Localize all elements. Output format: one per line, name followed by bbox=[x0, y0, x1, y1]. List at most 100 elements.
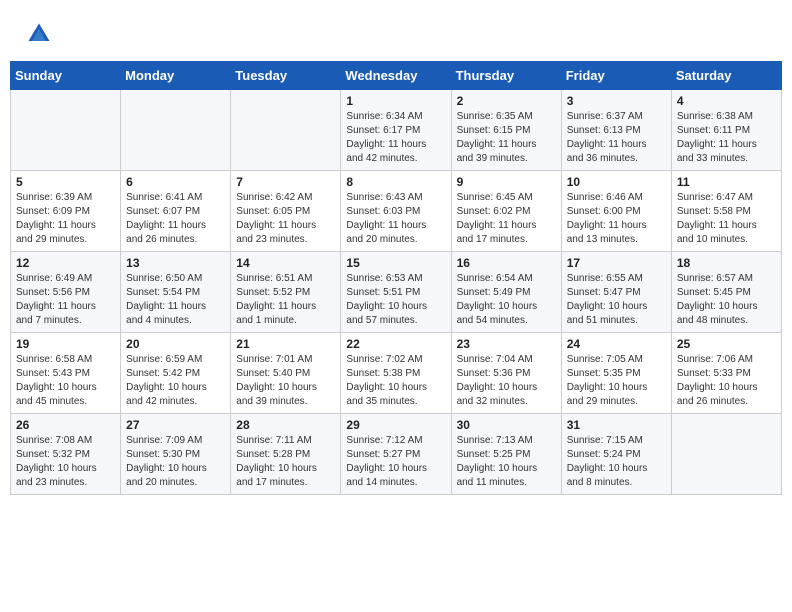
calendar-week-row: 19 Sunrise: 6:58 AM Sunset: 5:43 PM Dayli… bbox=[11, 333, 782, 414]
day-number: 17 bbox=[567, 256, 666, 270]
cell-content: Sunrise: 6:43 AM Sunset: 6:03 PM Dayligh… bbox=[346, 191, 445, 247]
cell-content: Sunrise: 6:47 AM Sunset: 5:58 PM Dayligh… bbox=[677, 191, 776, 247]
day-number: 23 bbox=[457, 337, 556, 351]
cell-content: Sunrise: 7:06 AM Sunset: 5:33 PM Dayligh… bbox=[677, 353, 776, 409]
day-number: 25 bbox=[677, 337, 776, 351]
day-number: 29 bbox=[346, 418, 445, 432]
day-number: 21 bbox=[236, 337, 335, 351]
cell-content: Sunrise: 7:13 AM Sunset: 5:25 PM Dayligh… bbox=[457, 434, 556, 490]
calendar-cell: 14 Sunrise: 6:51 AM Sunset: 5:52 PM Dayli… bbox=[231, 252, 341, 333]
calendar-cell: 31 Sunrise: 7:15 AM Sunset: 5:24 PM Dayli… bbox=[561, 414, 671, 495]
calendar-table: SundayMondayTuesdayWednesdayThursdayFrid… bbox=[10, 61, 782, 495]
day-number: 3 bbox=[567, 94, 666, 108]
calendar-week-row: 26 Sunrise: 7:08 AM Sunset: 5:32 PM Dayli… bbox=[11, 414, 782, 495]
day-number: 6 bbox=[126, 175, 225, 189]
day-number: 22 bbox=[346, 337, 445, 351]
day-number: 5 bbox=[16, 175, 115, 189]
logo bbox=[25, 20, 57, 48]
calendar-cell: 25 Sunrise: 7:06 AM Sunset: 5:33 PM Dayli… bbox=[671, 333, 781, 414]
calendar-week-row: 12 Sunrise: 6:49 AM Sunset: 5:56 PM Dayli… bbox=[11, 252, 782, 333]
weekday-header: Wednesday bbox=[341, 62, 451, 90]
weekday-header: Friday bbox=[561, 62, 671, 90]
cell-content: Sunrise: 6:49 AM Sunset: 5:56 PM Dayligh… bbox=[16, 272, 115, 328]
calendar-cell: 28 Sunrise: 7:11 AM Sunset: 5:28 PM Dayli… bbox=[231, 414, 341, 495]
calendar-cell: 24Sunrise: 7:05 AM Sunset: 5:35 PM Dayli… bbox=[561, 333, 671, 414]
day-number: 14 bbox=[236, 256, 335, 270]
weekday-header: Monday bbox=[121, 62, 231, 90]
calendar-cell: 11 Sunrise: 6:47 AM Sunset: 5:58 PM Dayli… bbox=[671, 171, 781, 252]
day-number: 16 bbox=[457, 256, 556, 270]
day-number: 4 bbox=[677, 94, 776, 108]
calendar-cell: 20Sunrise: 6:59 AM Sunset: 5:42 PM Dayli… bbox=[121, 333, 231, 414]
cell-content: Sunrise: 6:57 AM Sunset: 5:45 PM Dayligh… bbox=[677, 272, 776, 328]
cell-content: Sunrise: 7:04 AM Sunset: 5:36 PM Dayligh… bbox=[457, 353, 556, 409]
cell-content: Sunrise: 6:46 AM Sunset: 6:00 PM Dayligh… bbox=[567, 191, 666, 247]
day-number: 10 bbox=[567, 175, 666, 189]
calendar-cell: 3 Sunrise: 6:37 AM Sunset: 6:13 PM Daylig… bbox=[561, 90, 671, 171]
calendar-cell bbox=[231, 90, 341, 171]
weekday-header: Saturday bbox=[671, 62, 781, 90]
calendar-cell bbox=[671, 414, 781, 495]
day-number: 13 bbox=[126, 256, 225, 270]
cell-content: Sunrise: 6:37 AM Sunset: 6:13 PM Dayligh… bbox=[567, 110, 666, 166]
day-number: 7 bbox=[236, 175, 335, 189]
cell-content: Sunrise: 6:42 AM Sunset: 6:05 PM Dayligh… bbox=[236, 191, 335, 247]
cell-content: Sunrise: 7:12 AM Sunset: 5:27 PM Dayligh… bbox=[346, 434, 445, 490]
calendar-cell: 13Sunrise: 6:50 AM Sunset: 5:54 PM Dayli… bbox=[121, 252, 231, 333]
calendar-cell: 27 Sunrise: 7:09 AM Sunset: 5:30 PM Dayli… bbox=[121, 414, 231, 495]
calendar-cell: 19 Sunrise: 6:58 AM Sunset: 5:43 PM Dayli… bbox=[11, 333, 121, 414]
cell-content: Sunrise: 6:54 AM Sunset: 5:49 PM Dayligh… bbox=[457, 272, 556, 328]
cell-content: Sunrise: 6:58 AM Sunset: 5:43 PM Dayligh… bbox=[16, 353, 115, 409]
calendar-cell: 18Sunrise: 6:57 AM Sunset: 5:45 PM Dayli… bbox=[671, 252, 781, 333]
day-number: 1 bbox=[346, 94, 445, 108]
cell-content: Sunrise: 7:05 AM Sunset: 5:35 PM Dayligh… bbox=[567, 353, 666, 409]
calendar-cell: 10 Sunrise: 6:46 AM Sunset: 6:00 PM Dayli… bbox=[561, 171, 671, 252]
cell-content: Sunrise: 6:55 AM Sunset: 5:47 PM Dayligh… bbox=[567, 272, 666, 328]
cell-content: Sunrise: 7:11 AM Sunset: 5:28 PM Dayligh… bbox=[236, 434, 335, 490]
cell-content: Sunrise: 6:41 AM Sunset: 6:07 PM Dayligh… bbox=[126, 191, 225, 247]
calendar-cell bbox=[121, 90, 231, 171]
day-number: 15 bbox=[346, 256, 445, 270]
day-number: 30 bbox=[457, 418, 556, 432]
calendar-cell: 6 Sunrise: 6:41 AM Sunset: 6:07 PM Daylig… bbox=[121, 171, 231, 252]
cell-content: Sunrise: 6:39 AM Sunset: 6:09 PM Dayligh… bbox=[16, 191, 115, 247]
calendar-cell: 4 Sunrise: 6:38 AM Sunset: 6:11 PM Daylig… bbox=[671, 90, 781, 171]
day-number: 31 bbox=[567, 418, 666, 432]
calendar-cell: 17 Sunrise: 6:55 AM Sunset: 5:47 PM Dayli… bbox=[561, 252, 671, 333]
calendar-cell: 9 Sunrise: 6:45 AM Sunset: 6:02 PM Daylig… bbox=[451, 171, 561, 252]
day-number: 28 bbox=[236, 418, 335, 432]
day-number: 26 bbox=[16, 418, 115, 432]
calendar-cell: 8 Sunrise: 6:43 AM Sunset: 6:03 PM Daylig… bbox=[341, 171, 451, 252]
cell-content: Sunrise: 6:45 AM Sunset: 6:02 PM Dayligh… bbox=[457, 191, 556, 247]
cell-content: Sunrise: 7:15 AM Sunset: 5:24 PM Dayligh… bbox=[567, 434, 666, 490]
weekday-header: Thursday bbox=[451, 62, 561, 90]
cell-content: Sunrise: 6:53 AM Sunset: 5:51 PM Dayligh… bbox=[346, 272, 445, 328]
calendar-cell: 7 Sunrise: 6:42 AM Sunset: 6:05 PM Daylig… bbox=[231, 171, 341, 252]
calendar-cell: 29 Sunrise: 7:12 AM Sunset: 5:27 PM Dayli… bbox=[341, 414, 451, 495]
cell-content: Sunrise: 7:09 AM Sunset: 5:30 PM Dayligh… bbox=[126, 434, 225, 490]
cell-content: Sunrise: 6:59 AM Sunset: 5:42 PM Dayligh… bbox=[126, 353, 225, 409]
logo-icon bbox=[25, 20, 53, 48]
calendar-cell bbox=[11, 90, 121, 171]
cell-content: Sunrise: 6:51 AM Sunset: 5:52 PM Dayligh… bbox=[236, 272, 335, 328]
day-number: 12 bbox=[16, 256, 115, 270]
weekday-header: Tuesday bbox=[231, 62, 341, 90]
calendar-cell: 15 Sunrise: 6:53 AM Sunset: 5:51 PM Dayli… bbox=[341, 252, 451, 333]
calendar-cell: 21 Sunrise: 7:01 AM Sunset: 5:40 PM Dayli… bbox=[231, 333, 341, 414]
day-number: 27 bbox=[126, 418, 225, 432]
cell-content: Sunrise: 7:08 AM Sunset: 5:32 PM Dayligh… bbox=[16, 434, 115, 490]
calendar-cell: 30 Sunrise: 7:13 AM Sunset: 5:25 PM Dayli… bbox=[451, 414, 561, 495]
cell-content: Sunrise: 7:01 AM Sunset: 5:40 PM Dayligh… bbox=[236, 353, 335, 409]
calendar-week-row: 5 Sunrise: 6:39 AM Sunset: 6:09 PM Daylig… bbox=[11, 171, 782, 252]
day-number: 11 bbox=[677, 175, 776, 189]
weekday-header-row: SundayMondayTuesdayWednesdayThursdayFrid… bbox=[11, 62, 782, 90]
cell-content: Sunrise: 6:38 AM Sunset: 6:11 PM Dayligh… bbox=[677, 110, 776, 166]
day-number: 8 bbox=[346, 175, 445, 189]
calendar-cell: 16 Sunrise: 6:54 AM Sunset: 5:49 PM Dayli… bbox=[451, 252, 561, 333]
calendar-cell: 5 Sunrise: 6:39 AM Sunset: 6:09 PM Daylig… bbox=[11, 171, 121, 252]
page-header bbox=[10, 10, 782, 53]
day-number: 9 bbox=[457, 175, 556, 189]
day-number: 19 bbox=[16, 337, 115, 351]
cell-content: Sunrise: 6:35 AM Sunset: 6:15 PM Dayligh… bbox=[457, 110, 556, 166]
cell-content: Sunrise: 7:02 AM Sunset: 5:38 PM Dayligh… bbox=[346, 353, 445, 409]
